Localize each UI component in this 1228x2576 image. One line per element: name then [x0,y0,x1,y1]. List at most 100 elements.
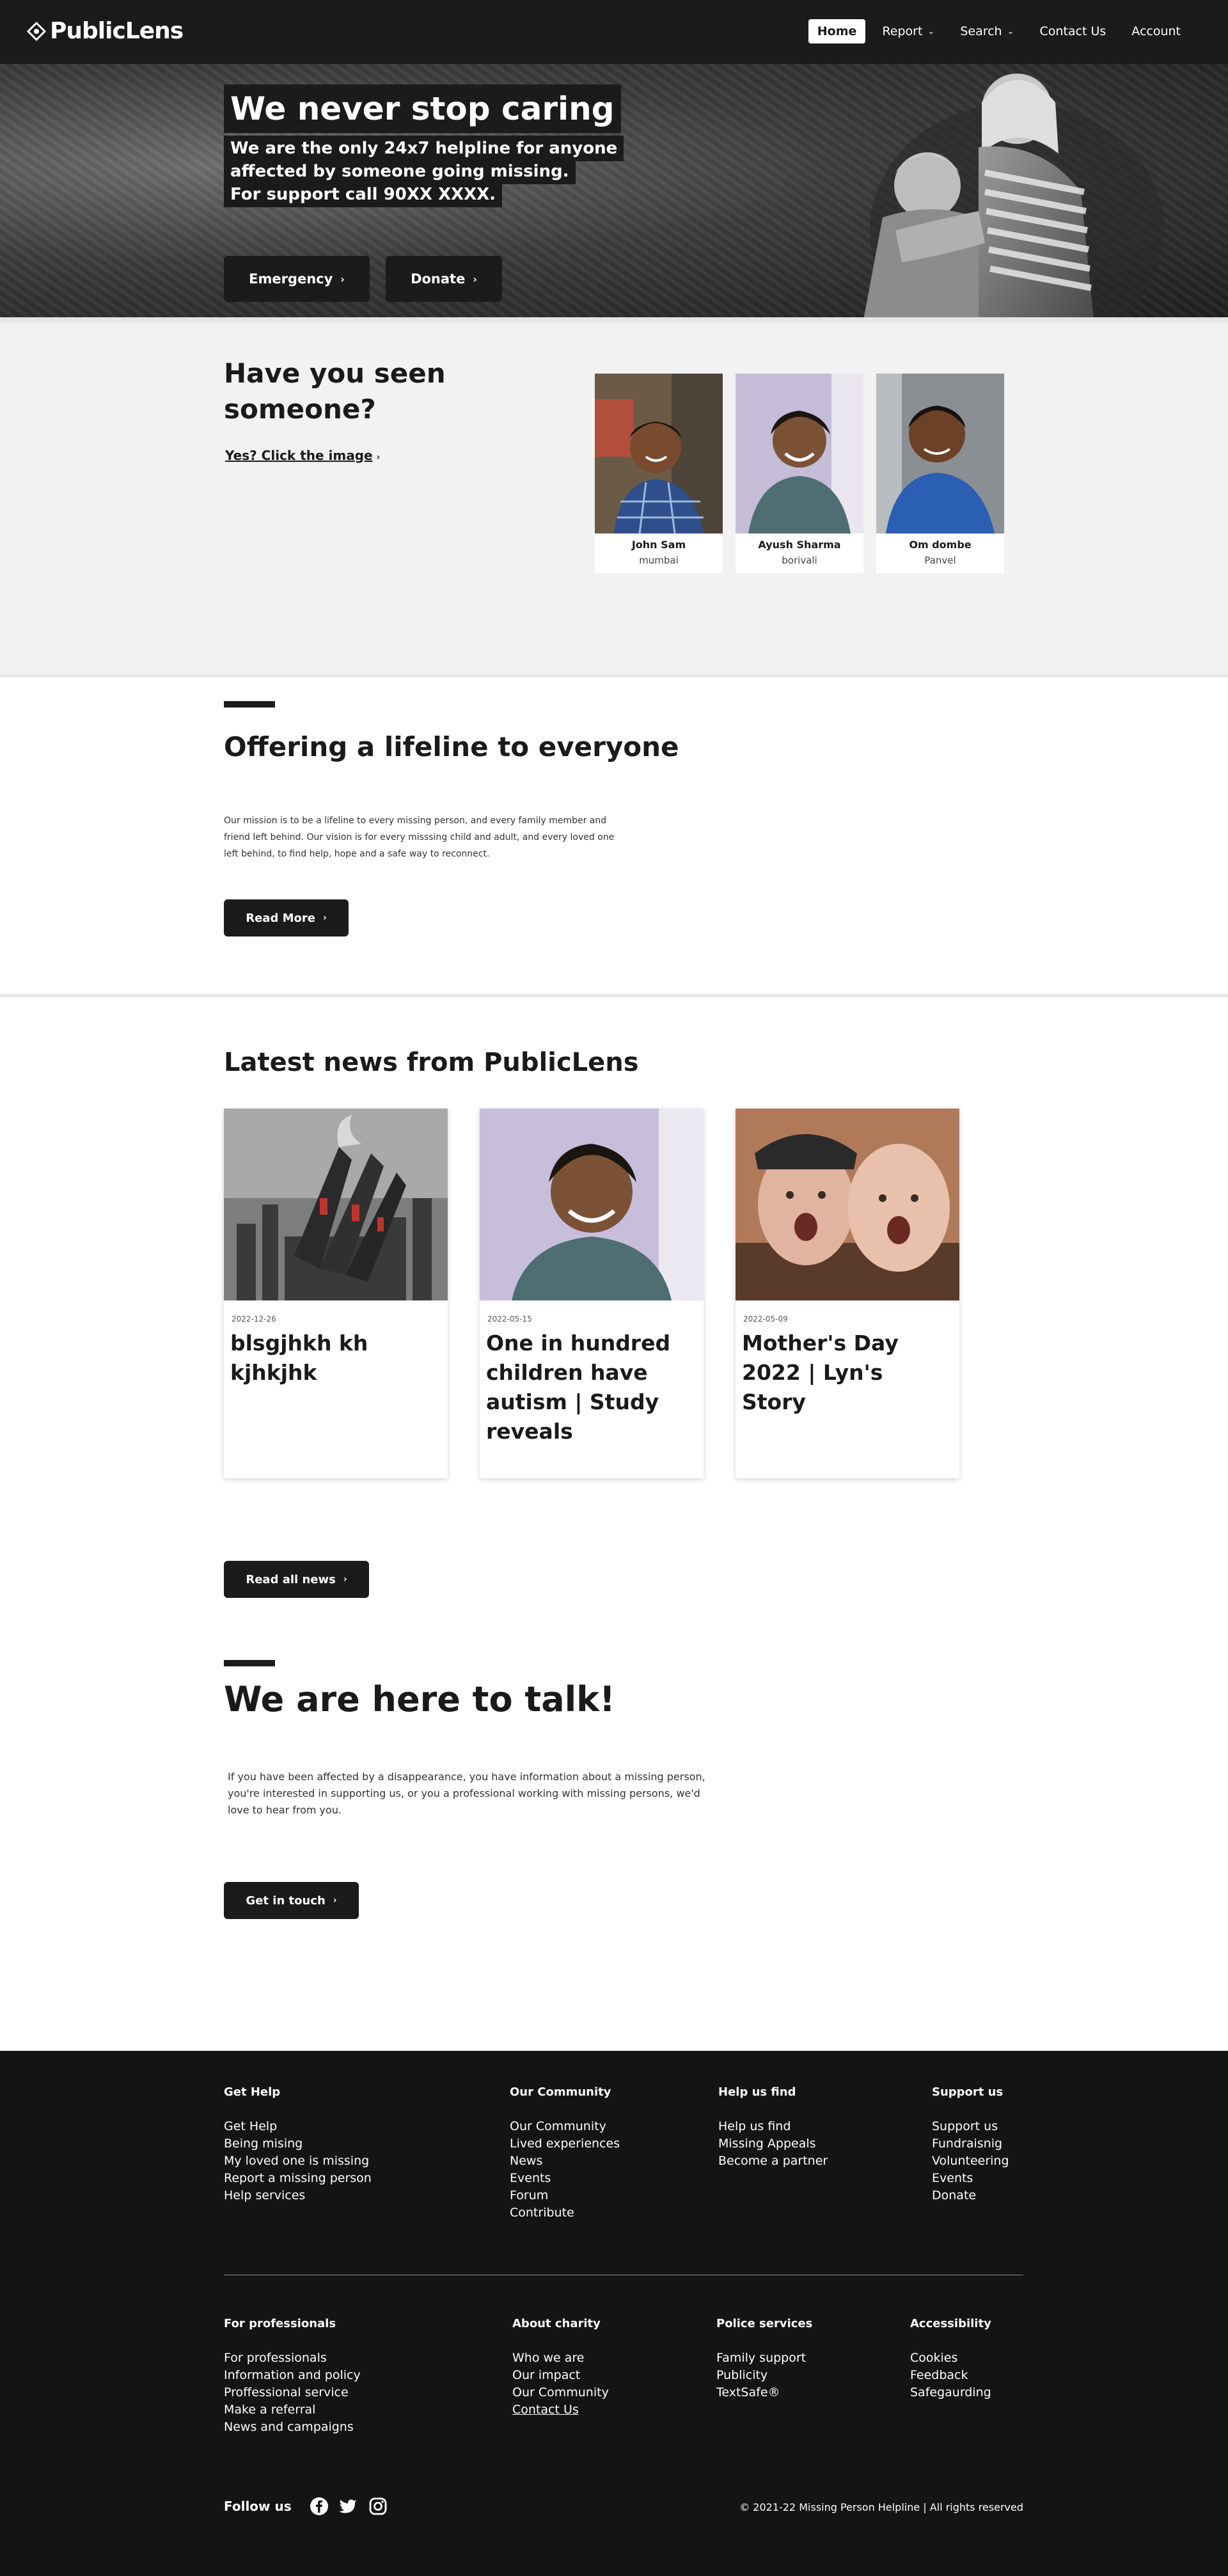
mission-title: Offering a lifeline to everyone [224,731,679,763]
footer-link[interactable]: Events [932,2170,1009,2187]
logo[interactable]: PublicLens [26,18,184,44]
footer-link[interactable]: Information and policy [224,2367,361,2384]
read-more-button[interactable]: Read More › [224,899,349,936]
top-navbar: PublicLens Home Report ⌄ Search ⌄ Contact … [0,0,1228,64]
facebook-icon[interactable] [310,2497,329,2518]
footer-link[interactable]: Get Help [224,2118,372,2135]
news-image[interactable] [224,1109,448,1300]
footer-link[interactable]: TextSafe® [716,2384,812,2401]
get-in-touch-button[interactable]: Get in touch › [224,1882,359,1919]
footer-link[interactable]: Proffessional service [224,2384,361,2401]
chevron-right-icon: › [322,913,327,923]
follow-us-label: Follow us [224,2499,292,2514]
footer-link[interactable]: Family support [716,2350,812,2367]
person-photo[interactable] [876,374,1004,533]
news-headline[interactable]: blsgjhkh kh kjhkjhk [230,1329,441,1387]
footer-link[interactable]: Donate [932,2187,1009,2204]
logo-icon [26,21,47,41]
seen-link[interactable]: Yes? Click the image › [225,448,380,463]
footer-link[interactable]: Missing Appeals [718,2135,828,2153]
person-card[interactable]: John Sam mumbai [595,374,723,573]
footer-column-our-community: Our Community Our Community Lived experi… [510,2085,620,2222]
person-card[interactable]: Ayush Sharma borivali [736,374,863,573]
news-card[interactable]: 2022-05-15 One in hundred children have … [480,1109,704,1478]
accent-bar [224,1660,275,1666]
footer-link[interactable]: Fundraisnig [932,2135,1009,2153]
footer-link[interactable]: My loved one is missing [224,2153,372,2170]
chevron-down-icon: ⌄ [1007,26,1014,36]
footer-link[interactable]: Become a partner [718,2153,828,2170]
footer-link[interactable]: Our Community [510,2118,620,2135]
footer-column-police-services: Police services Family support Publicity… [716,2317,812,2401]
donate-button-label: Donate [411,271,466,287]
nav-search[interactable]: Search ⌄ [951,19,1023,43]
hero-subtitle-line-1: We are the only 24x7 helpline for anyone [224,136,624,161]
person-photo[interactable] [595,374,723,533]
footer-link[interactable]: News [510,2153,620,2170]
nav-account-label: Account [1131,24,1181,38]
read-all-news-button[interactable]: Read all news › [224,1561,369,1598]
footer-column-get-help: Get Help Get Help Being mising My loved … [224,2085,372,2204]
footer-link[interactable]: Cookies [910,2350,991,2367]
twitter-icon[interactable] [339,2497,358,2518]
footer-column-support-us: Support us Support us Fundraisnig Volunt… [932,2085,1009,2204]
footer-link[interactable]: Lived experiences [510,2135,620,2153]
footer-link[interactable]: Support us [932,2118,1009,2135]
instagram-icon[interactable] [368,2497,388,2518]
nav-contact-us[interactable]: Contact Us [1031,19,1115,43]
hero-subtitle-line-2: affected by someone going missing. [224,159,576,184]
footer-link[interactable]: Our impact [512,2367,609,2384]
news-card[interactable]: 2022-05-09 Mother's Day 2022 | Lyn's Sto… [736,1109,959,1478]
footer-link[interactable]: News and campaigns [224,2419,361,2436]
hero-subtitle-line-3: For support call 90XX XXXX. [224,182,503,207]
person-card[interactable]: Om dombe Panvel [876,374,1004,573]
footer-link[interactable]: For professionals [224,2350,361,2367]
chevron-down-icon: ⌄ [927,26,935,36]
social-links [310,2497,388,2518]
footer-column-about-charity: About charity Who we are Our impact Our … [512,2317,609,2419]
footer-link[interactable]: Report a missing person [224,2170,372,2187]
chevron-right-icon: › [340,273,345,285]
footer-link[interactable]: Events [510,2170,620,2187]
logo-text: PublicLens [50,18,184,44]
chevron-right-icon: › [343,1574,347,1584]
nav-home[interactable]: Home [808,19,866,43]
news-date: 2022-12-26 [232,1315,276,1324]
hero-divider [0,317,1228,322]
news-image[interactable] [480,1109,704,1300]
footer-heading: For professionals [224,2317,336,2330]
hero-photo [736,64,1183,320]
person-photo[interactable] [736,374,863,533]
footer-link[interactable]: Contribute [510,2204,620,2222]
nav-report[interactable]: Report ⌄ [873,19,943,43]
nav-home-label: Home [817,24,857,38]
emergency-button[interactable]: Emergency › [224,256,370,302]
news-image[interactable] [736,1109,959,1300]
footer-link[interactable]: Publicity [716,2367,812,2384]
chevron-right-icon: › [333,1895,337,1906]
footer-link[interactable]: Who we are [512,2350,609,2367]
accent-bar [224,701,275,707]
talk-text: If you have been affected by a disappear… [228,1771,705,1816]
footer-link[interactable]: Make a referral [224,2401,361,2419]
news-card[interactable]: 2022-12-26 blsgjhkh kh kjhkjhk [224,1109,448,1478]
footer-link[interactable]: Help services [224,2187,372,2204]
footer-link[interactable]: Volunteering [932,2153,1009,2170]
footer-link-contact-us[interactable]: Contact Us [512,2401,609,2419]
news-headline[interactable]: One in hundred children have autism | St… [486,1329,697,1446]
footer: Get Help Get Help Being mising My loved … [0,2051,1228,2576]
footer-link[interactable]: Help us find [718,2118,828,2135]
section-divider [0,674,1228,677]
news-headline[interactable]: Mother's Day 2022 | Lyn's Story [742,1329,953,1417]
seen-title: Have you seen someone? [224,358,446,425]
footer-link[interactable]: Forum [510,2187,620,2204]
footer-heading: Support us [932,2085,1004,2099]
footer-link[interactable]: Safegaurding [910,2384,991,2401]
nav-account[interactable]: Account [1122,19,1190,43]
footer-column-accessibility: Accessibility Cookies Feedback Safegaurd… [910,2317,991,2401]
donate-button[interactable]: Donate › [386,256,502,302]
footer-link[interactable]: Being mising [224,2135,372,2153]
footer-link[interactable]: Feedback [910,2367,991,2384]
footer-link[interactable]: Our Community [512,2384,609,2401]
nav-search-label: Search [960,24,1002,38]
